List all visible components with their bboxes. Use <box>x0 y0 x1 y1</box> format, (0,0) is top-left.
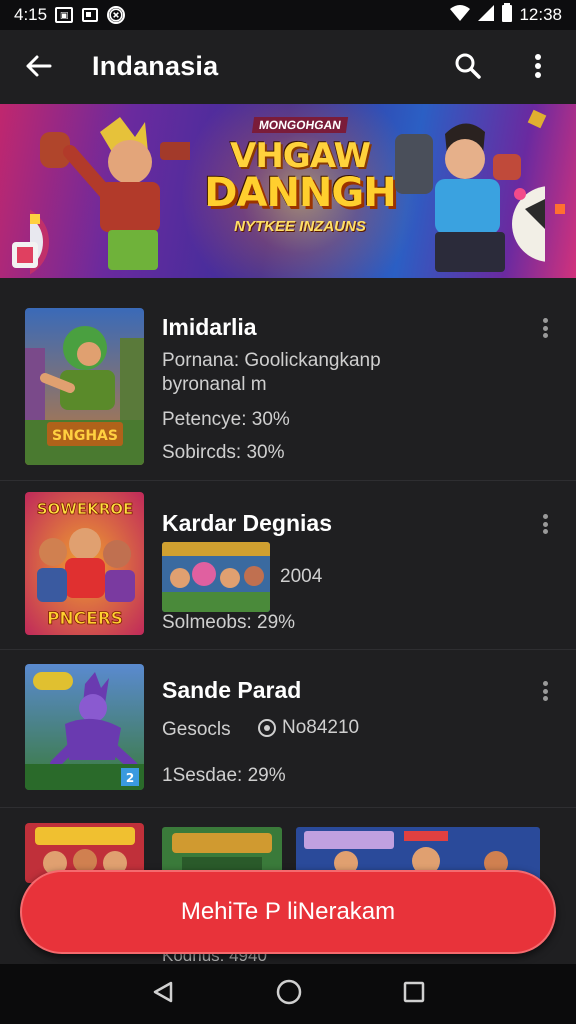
dot <box>542 688 548 694</box>
svg-text:2: 2 <box>126 771 134 785</box>
square-recents-icon <box>404 981 425 1002</box>
dot <box>542 514 548 519</box>
item-line: Sobircds: 30% <box>162 442 285 463</box>
search-icon <box>455 53 481 79</box>
wifi-icon <box>449 4 471 27</box>
item-title: Imidarlia <box>162 314 257 340</box>
battery-time: 12:38 <box>519 5 562 24</box>
system-nav-bar <box>0 964 576 1024</box>
svg-text:SNGHAS: SNGHAS <box>52 428 118 444</box>
triangle-back-icon <box>153 981 172 1002</box>
dot <box>542 318 548 323</box>
app-bar: Indanasia <box>0 30 576 102</box>
nav-back-button[interactable] <box>151 980 175 1009</box>
hero-confetti <box>12 109 565 268</box>
item-title: Kardar Degnias <box>162 510 333 536</box>
thumbnail-top-text: SOWEKROE <box>37 500 134 518</box>
dot <box>542 696 548 701</box>
overflow-menu-button[interactable] <box>518 46 558 86</box>
status-bar: 4:15 ▣ 12:38 <box>0 0 576 30</box>
gallery-notification-icon: ▣ <box>55 7 74 23</box>
item-more-button[interactable] <box>536 512 554 536</box>
item-more-button[interactable] <box>536 316 554 340</box>
game-thumbnail: 2 <box>25 664 144 790</box>
dot <box>542 333 548 338</box>
arrow-left-icon <box>26 55 52 77</box>
circle-home-icon <box>276 979 302 1004</box>
search-button[interactable] <box>448 46 488 86</box>
item-line: byronanal m <box>162 374 267 395</box>
nav-recents-button[interactable] <box>403 981 425 1008</box>
item-line: Pornana: Goolickangkanp <box>162 350 381 371</box>
page-title: Indanasia <box>92 50 219 81</box>
hero-banner[interactable]: MONGOHGAN VHGAW DANNGH NYTKEE INZAUNS <box>0 104 576 278</box>
app-notification-icon <box>107 6 126 24</box>
item-more-button[interactable] <box>536 679 554 703</box>
list-item[interactable]: SOWEKROE PNCERS Kardar Degnias 2004 Solm… <box>0 482 576 650</box>
thumbnail-bottom-text: PNCERS <box>47 609 123 629</box>
game-thumbnail: SOWEKROE PNCERS <box>25 492 144 635</box>
media-notification-icon <box>81 6 99 24</box>
signal-icon <box>477 4 495 27</box>
item-line: Solmeobs: 29% <box>162 612 296 633</box>
game-thumbnail: SNGHAS <box>25 308 144 465</box>
dot <box>542 529 548 534</box>
item-line: 1Sesdae: 29% <box>162 765 286 786</box>
item-line-label: Gesocls <box>162 719 231 740</box>
dot <box>542 681 548 686</box>
status-time: 4:15 <box>14 5 48 24</box>
dot <box>542 325 548 331</box>
back-button[interactable] <box>18 46 58 86</box>
list-item[interactable]: 2 Sande Parad Gesocls No84210 1Sesdae: 2… <box>0 651 576 808</box>
dot <box>542 521 548 527</box>
target-icon <box>258 719 276 737</box>
item-line: Petencye: 30% <box>162 409 290 430</box>
primary-action-button[interactable]: MehiTe P liNerakam <box>20 870 556 954</box>
item-inline-value: 2004 <box>280 566 323 587</box>
item-preview-image <box>162 542 270 612</box>
list-item[interactable]: SNGHAS Imidarlia Pornana: Goolickangkanp… <box>0 278 576 481</box>
battery-icon <box>501 2 513 28</box>
item-line-value-group: No84210 <box>256 717 359 739</box>
more-vertical-icon <box>535 54 541 78</box>
item-title: Sande Parad <box>162 677 302 703</box>
nav-home-button[interactable] <box>276 979 302 1010</box>
item-line-value: No84210 <box>282 717 360 738</box>
